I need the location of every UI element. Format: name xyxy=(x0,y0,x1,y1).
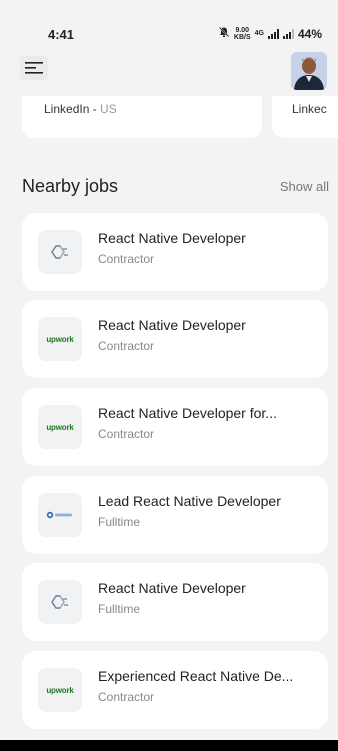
top-job-card-2[interactable]: Linkec xyxy=(272,96,338,138)
top-job-location: US xyxy=(100,102,117,116)
company-logo-icon xyxy=(46,511,72,519)
job-card[interactable]: upwork React Native Developer Contractor xyxy=(22,300,328,378)
job-card[interactable]: Lead React Native Developer Fulltime xyxy=(22,476,328,554)
status-time: 4:41 xyxy=(48,27,75,42)
job-type: Fulltime xyxy=(98,515,141,529)
job-card[interactable]: React Native Developer Fulltime xyxy=(22,563,328,641)
job-type: Contractor xyxy=(98,690,155,704)
signal-icon-2 xyxy=(282,28,294,39)
show-all-link[interactable]: Show all xyxy=(280,179,329,194)
battery-level: 44% xyxy=(297,26,322,41)
top-job-card[interactable]: LinkedIn - US xyxy=(22,96,262,138)
job-card[interactable]: React Native Developer Contractor xyxy=(22,213,328,291)
status-indicators: 9.00 KB/S 4G 44% xyxy=(218,26,322,41)
job-type: Contractor xyxy=(98,427,155,441)
upwork-logo: upwork xyxy=(38,405,82,449)
top-job-separator: - xyxy=(89,102,101,116)
network-speed-unit: KB/S xyxy=(233,33,251,41)
network-speed-value: 9.00 xyxy=(235,26,250,34)
network-type: 4G xyxy=(254,30,264,37)
user-avatar-icon xyxy=(291,52,327,90)
job-title: React Native Developer for... xyxy=(98,405,277,421)
hamburger-icon xyxy=(25,62,43,74)
upwork-logo-text: upwork xyxy=(46,422,74,432)
section-title-nearby-jobs: Nearby jobs xyxy=(22,176,119,196)
job-card[interactable]: upwork React Native Developer for... Con… xyxy=(22,388,328,466)
diamond-icon xyxy=(51,245,68,259)
diamond-logo xyxy=(38,230,82,274)
top-job-company: LinkedIn xyxy=(44,102,90,116)
job-title: React Native Developer xyxy=(98,230,246,246)
upwork-logo: upwork xyxy=(38,668,82,712)
top-job-card-2-label: Linkec xyxy=(292,102,327,116)
job-title: React Native Developer xyxy=(98,580,246,596)
signal-icon xyxy=(267,28,279,39)
upwork-logo-text: upwork xyxy=(46,334,74,344)
menu-button[interactable] xyxy=(20,56,48,80)
job-title: React Native Developer xyxy=(98,317,246,333)
navigation-bar xyxy=(0,740,338,751)
diamond-icon xyxy=(51,595,68,609)
job-title: Lead React Native Developer xyxy=(98,493,281,509)
status-bar: 4:41 9.00 KB/S 4G 44% xyxy=(0,0,338,43)
job-card[interactable]: upwork Experienced React Native De... Co… xyxy=(22,651,328,729)
job-title: Experienced React Native De... xyxy=(98,668,294,684)
mute-icon xyxy=(218,26,230,41)
job-type: Contractor xyxy=(98,339,155,353)
company-logo-mark xyxy=(46,511,74,519)
diamond-logo xyxy=(38,580,82,624)
avatar[interactable] xyxy=(291,52,327,90)
job-type: Fulltime xyxy=(98,602,141,616)
job-type: Contractor xyxy=(98,252,155,266)
upwork-logo: upwork xyxy=(38,317,82,361)
company-logo xyxy=(38,493,82,537)
network-speed: 9.00 KB/S xyxy=(234,27,251,41)
upwork-logo-text: upwork xyxy=(46,685,74,695)
top-job-card-label: LinkedIn - US xyxy=(44,102,117,116)
